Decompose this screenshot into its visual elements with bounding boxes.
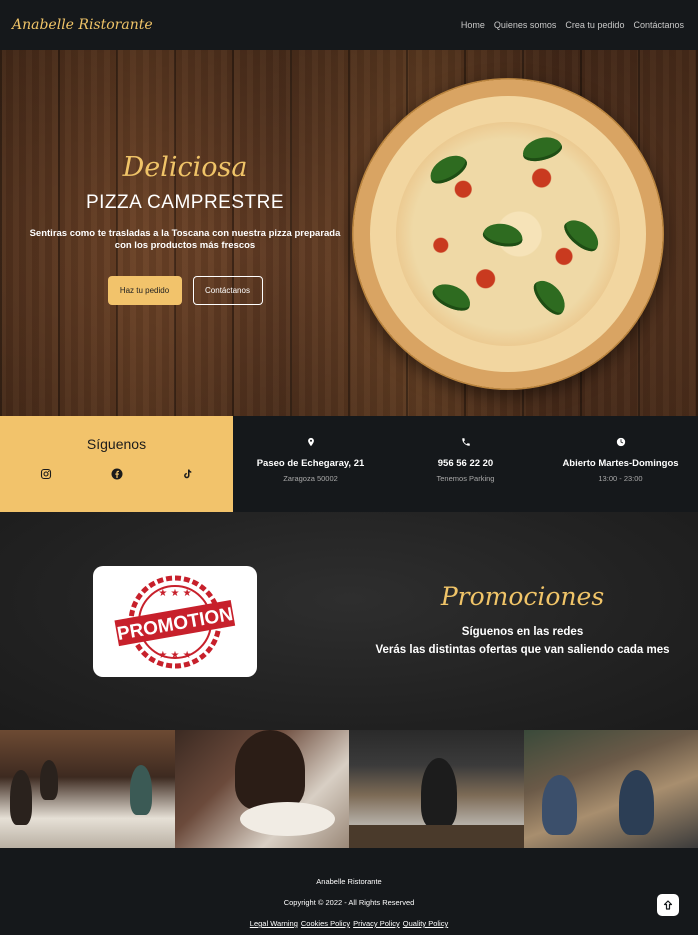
gallery-photo-woman-pizza bbox=[174, 730, 349, 848]
hero-buttons: Haz tu pedido Contáctanos bbox=[20, 276, 350, 305]
person-silhouette bbox=[40, 760, 58, 800]
person-silhouette bbox=[10, 770, 32, 825]
facebook-icon[interactable] bbox=[111, 468, 123, 480]
footer-brand: Anabelle Ristorante bbox=[316, 877, 382, 886]
info-address: Paseo de Echegaray, 21 Zaragoza 50002 bbox=[233, 416, 388, 512]
person-silhouette bbox=[541, 775, 577, 835]
info-bar: Paseo de Echegaray, 21 Zaragoza 50002 95… bbox=[233, 416, 698, 512]
gallery-photo-bar-staff bbox=[349, 730, 524, 848]
info-address-sub: Zaragoza 50002 bbox=[283, 474, 338, 483]
follow-panel: Síguenos bbox=[0, 416, 233, 512]
promo-line-2: Verás las distintas ofertas que van sali… bbox=[375, 644, 670, 656]
footer-link-privacy-policy[interactable]: Privacy Policy bbox=[353, 919, 400, 928]
contact-button[interactable]: Contáctanos bbox=[192, 276, 263, 305]
hero-title: PIZZA CAMPRESTRE bbox=[85, 192, 285, 213]
svg-text:★ ★ ★: ★ ★ ★ bbox=[158, 650, 191, 661]
promo-line-1: Síguenos en las redes bbox=[461, 626, 584, 638]
promo-content: Promociones Síguenos en las redes Verás … bbox=[360, 582, 685, 659]
hero-script-heading: Deliciosa bbox=[122, 152, 248, 183]
person-silhouette bbox=[618, 770, 654, 835]
promotion-badge-card: ★ ★ ★ ★ ★ ★ PROMOTION bbox=[93, 566, 257, 677]
location-pin-icon bbox=[307, 437, 314, 447]
instagram-icon[interactable] bbox=[40, 468, 52, 480]
promo-title: Promociones bbox=[440, 582, 605, 611]
pizza-crust bbox=[370, 96, 646, 372]
brand-logo[interactable]: Anabelle Ristorante bbox=[12, 17, 153, 33]
hero-description: Sentiras como te trasladas a la Toscana … bbox=[29, 228, 341, 251]
tiktok-icon[interactable] bbox=[181, 468, 193, 480]
bar-counter-shape bbox=[349, 825, 524, 848]
scroll-to-top-button[interactable] bbox=[657, 894, 679, 916]
nav-item-about[interactable]: Quienes somos bbox=[494, 20, 557, 30]
top-navbar: Anabelle Ristorante Home Quienes somos C… bbox=[0, 0, 698, 50]
info-phone-main[interactable]: 956 56 22 20 bbox=[388, 458, 543, 469]
photo-gallery bbox=[0, 730, 698, 848]
nav-item-contact[interactable]: Contáctanos bbox=[633, 20, 684, 30]
svg-text:★ ★ ★: ★ ★ ★ bbox=[158, 588, 191, 599]
footer-copyright: Copyright © 2022 - All Rights Reserved bbox=[283, 898, 415, 907]
arrow-up-icon bbox=[663, 900, 673, 910]
follow-title: Síguenos bbox=[86, 436, 147, 452]
social-links bbox=[0, 468, 233, 480]
footer: Anabelle Ristorante Copyright © 2022 - A… bbox=[0, 848, 698, 935]
info-phone-sub: Tenemos Parking bbox=[436, 474, 495, 483]
phone-icon bbox=[461, 438, 470, 446]
person-silhouette bbox=[234, 730, 305, 810]
footer-links: Legal Warning Cookies Policy Privacy Pol… bbox=[0, 919, 698, 928]
footer-link-quality-policy[interactable]: Quality Policy bbox=[403, 919, 448, 928]
promotion-stamp-icon: ★ ★ ★ ★ ★ ★ PROMOTION bbox=[114, 575, 236, 668]
footer-link-cookies-policy[interactable]: Cookies Policy bbox=[301, 919, 350, 928]
nav-item-home[interactable]: Home bbox=[461, 20, 485, 30]
promo-section: ★ ★ ★ ★ ★ ★ PROMOTION Promociones Síguen… bbox=[0, 512, 698, 730]
footer-link-legal-warning[interactable]: Legal Warning bbox=[250, 919, 298, 928]
person-silhouette bbox=[130, 765, 152, 815]
pizza-image bbox=[352, 78, 664, 390]
info-hours-sub: 13:00 - 23:00 bbox=[598, 474, 643, 483]
info-phone: 956 56 22 20 Tenemos Parking bbox=[388, 416, 543, 512]
promo-text: Síguenos en las redes Verás las distinta… bbox=[360, 623, 685, 659]
nav-menu: Home Quienes somos Crea tu pedido Contác… bbox=[461, 20, 684, 30]
gallery-photo-friends-cafe bbox=[523, 730, 698, 848]
info-hours-main: Abierto Martes-Domingos bbox=[562, 458, 679, 469]
info-hours: Abierto Martes-Domingos 13:00 - 23:00 bbox=[543, 416, 698, 512]
order-button[interactable]: Haz tu pedido bbox=[107, 276, 182, 305]
hero-content: Deliciosa PIZZA CAMPRESTRE Sentiras como… bbox=[20, 150, 350, 305]
info-address-main: Paseo de Echegaray, 21 bbox=[256, 458, 365, 469]
gallery-photo-group-dinner bbox=[0, 730, 175, 848]
person-silhouette bbox=[421, 758, 457, 828]
nav-item-order[interactable]: Crea tu pedido bbox=[565, 20, 624, 30]
clock-icon bbox=[616, 437, 625, 447]
hero-section: Deliciosa PIZZA CAMPRESTRE Sentiras como… bbox=[0, 50, 698, 416]
plate-shape bbox=[239, 802, 335, 836]
